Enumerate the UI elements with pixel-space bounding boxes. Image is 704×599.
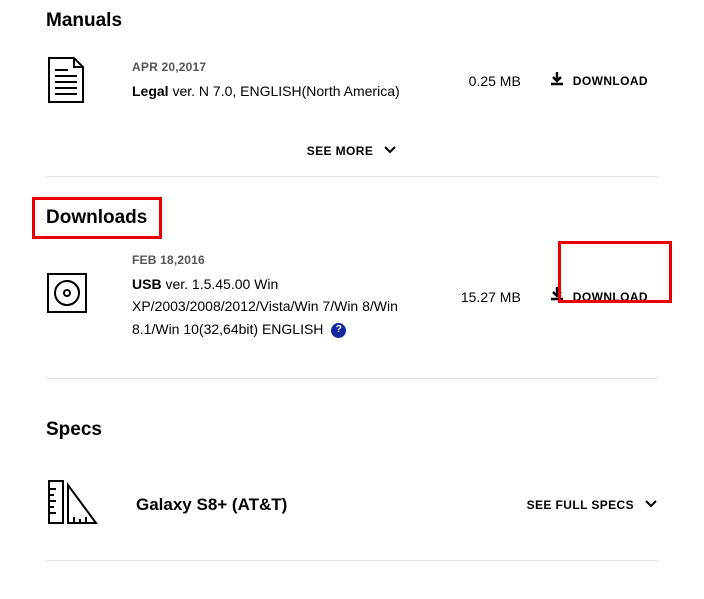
chevron-down-icon <box>644 498 658 512</box>
download-label: DOWNLOAD <box>573 290 648 304</box>
manuals-download-button[interactable]: DOWNLOAD <box>539 63 658 100</box>
document-icon <box>46 56 88 106</box>
downloads-item-detail: ver. 1.5.45.00 Win XP/2003/2008/2012/Vis… <box>132 276 398 337</box>
see-more-button[interactable]: SEE MORE <box>46 130 658 176</box>
downloads-item-date: FEB 18,2016 <box>132 253 429 267</box>
specs-heading: Specs <box>46 379 658 459</box>
manuals-item-name: Legal <box>132 83 169 99</box>
downloads-heading: Downloads <box>46 177 658 247</box>
downloads-item: FEB 18,2016 USB ver. 1.5.45.00 Win XP/20… <box>46 247 658 378</box>
manuals-item-size: 0.25 MB <box>449 73 539 89</box>
help-icon[interactable]: ? <box>331 323 346 338</box>
downloads-download-button[interactable]: DOWNLOAD <box>539 278 658 315</box>
specs-row: Galaxy S8+ (AT&T) SEE FULL SPECS <box>46 459 658 560</box>
download-icon <box>549 71 565 92</box>
specs-title: Galaxy S8+ (AT&T) <box>100 495 527 515</box>
manuals-heading: Manuals <box>46 0 658 50</box>
manuals-item: APR 20,2017 Legal ver. N 7.0, ENGLISH(No… <box>46 50 658 130</box>
manuals-item-title: Legal ver. N 7.0, ENGLISH(North America) <box>132 80 429 102</box>
downloads-item-name: USB <box>132 276 162 292</box>
chevron-down-icon <box>383 144 397 158</box>
ruler-icon <box>46 477 100 532</box>
downloads-item-title: USB ver. 1.5.45.00 Win XP/2003/2008/2012… <box>132 273 429 340</box>
see-more-label: SEE MORE <box>307 144 374 158</box>
see-full-specs-button[interactable]: SEE FULL SPECS <box>527 498 658 512</box>
manuals-item-date: APR 20,2017 <box>132 60 429 74</box>
disc-icon <box>46 272 88 322</box>
download-label: DOWNLOAD <box>573 74 648 88</box>
see-full-label: SEE FULL SPECS <box>527 498 634 512</box>
downloads-item-size: 15.27 MB <box>449 289 539 305</box>
download-icon <box>549 286 565 307</box>
divider <box>46 560 658 561</box>
manuals-item-detail: ver. N 7.0, ENGLISH(North America) <box>169 83 400 99</box>
